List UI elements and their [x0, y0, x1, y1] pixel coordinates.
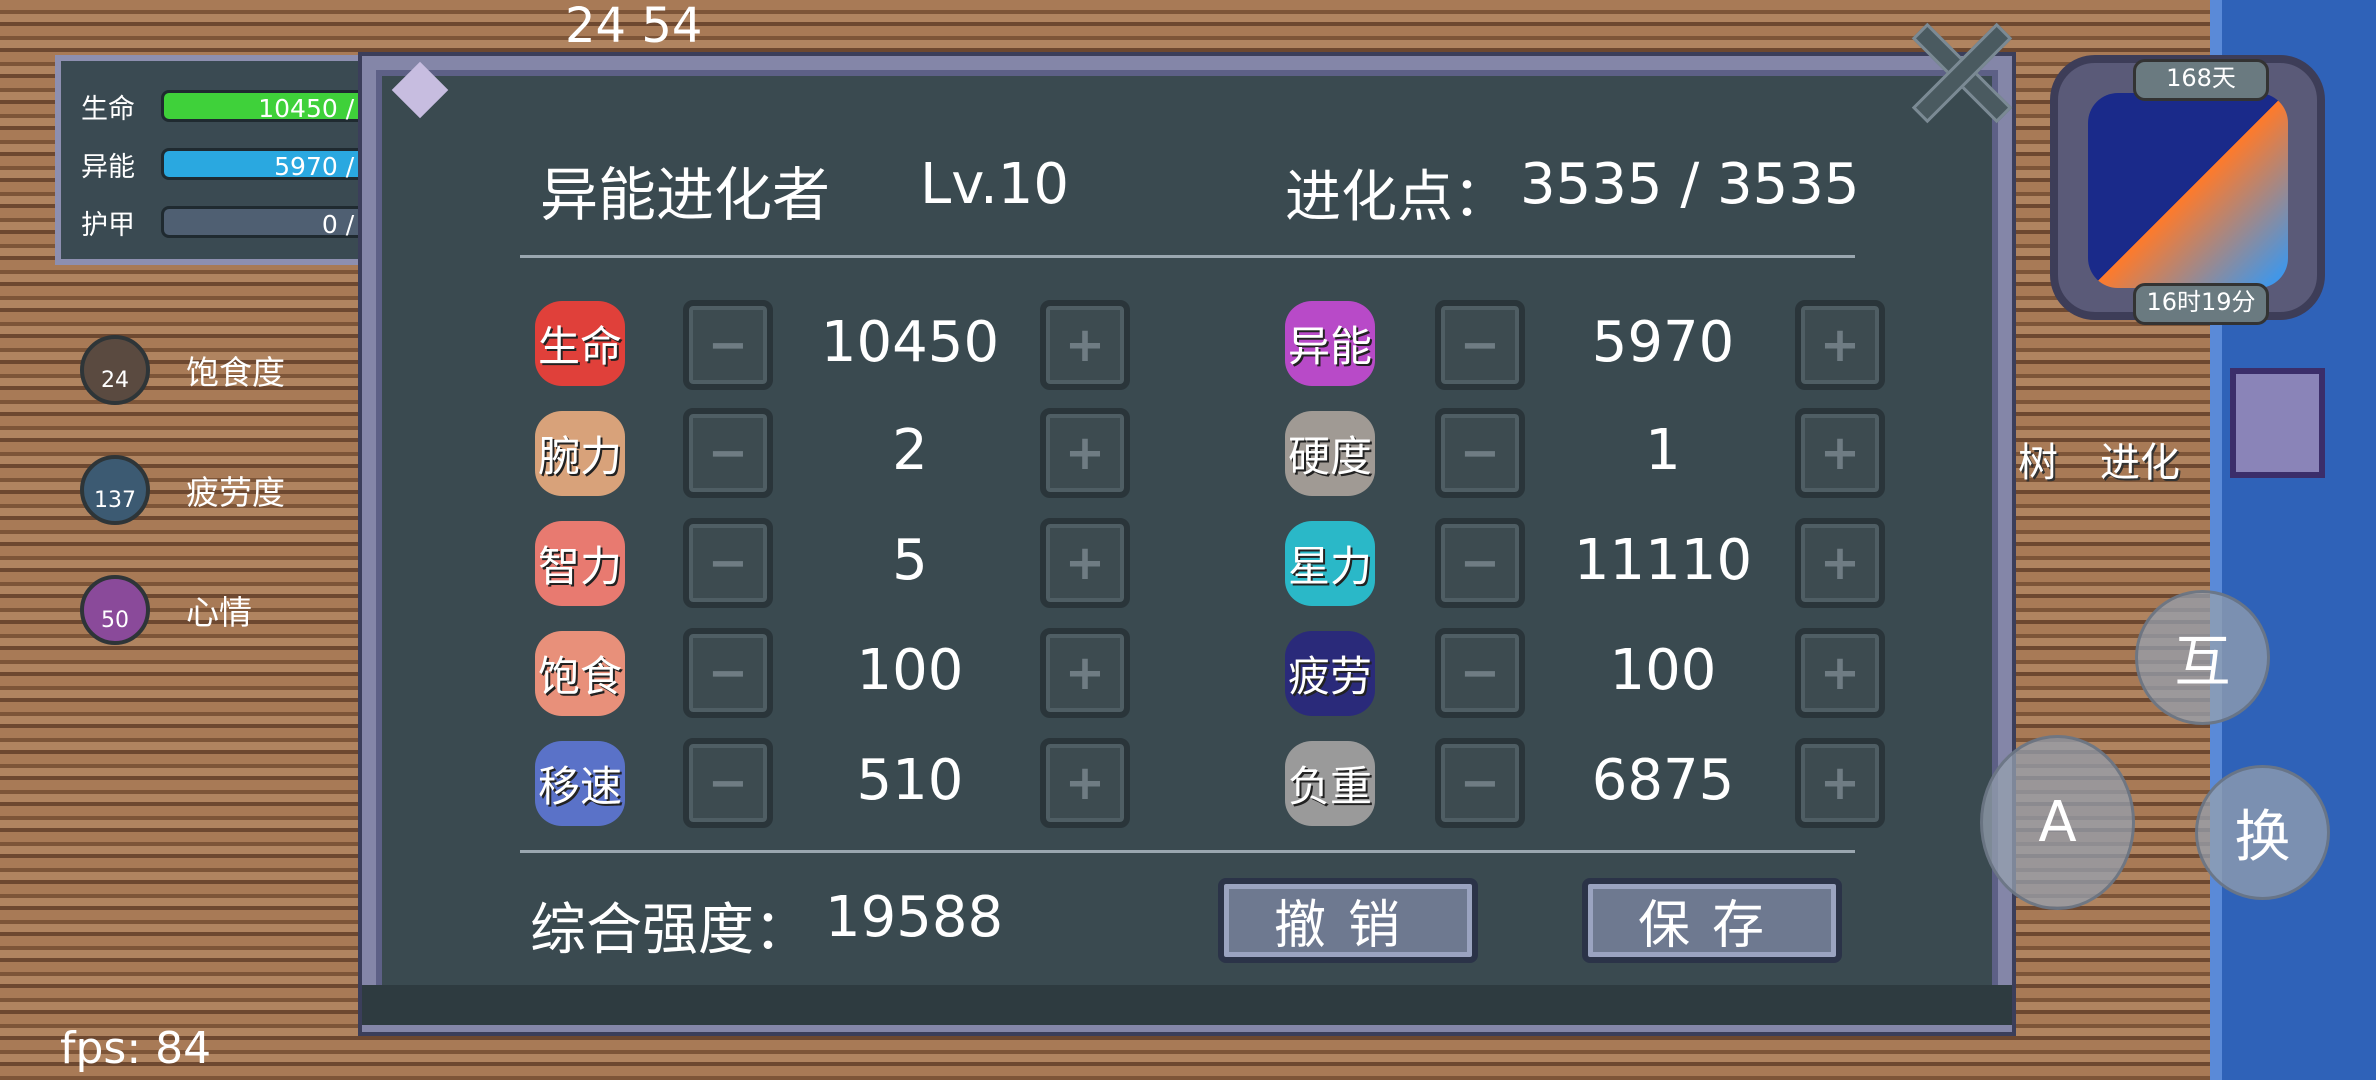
health-bar-value: 10450 / 1	[258, 94, 378, 123]
evolution-points-label: 进化点：	[1285, 165, 1509, 230]
stat-label-hardness: 硬度	[1287, 431, 1372, 481]
energy-row: 异能 5970 / 5	[81, 144, 401, 184]
psionic-value: 5970	[1591, 310, 1735, 375]
bottom-divider	[520, 850, 1855, 853]
life-minus-button[interactable]: −	[683, 300, 773, 390]
satiety-value: 24	[101, 368, 129, 393]
panel-bottom-shadow	[362, 985, 2012, 1025]
day-counter: 168天	[2133, 59, 2269, 101]
drumstick-icon: 饱食	[525, 623, 635, 723]
satiety-label: 饱食度	[186, 353, 285, 392]
stat-label-strength: 腕力	[537, 431, 622, 481]
stat-label-satiety: 饱食	[537, 651, 622, 701]
mood-value: 50	[101, 608, 129, 633]
speed-minus-button[interactable]: −	[683, 738, 773, 828]
cancel-button[interactable]: 撤销	[1218, 878, 1478, 963]
health-bar: 10450 / 1	[161, 90, 391, 123]
fps-counter: fps: 84	[60, 1023, 212, 1074]
hardness-value: 1	[1645, 418, 1681, 483]
satiety-minus-button[interactable]: −	[683, 628, 773, 718]
crystal-star-icon: 星力	[1275, 513, 1385, 613]
close-button[interactable]	[1910, 20, 2015, 125]
save-button[interactable]: 保存	[1582, 878, 1842, 963]
armor-bar: 0 / 0	[161, 206, 391, 239]
mood-label: 心情	[186, 593, 252, 632]
life-value: 10450	[820, 310, 1000, 375]
heart-icon: 生命	[525, 293, 635, 393]
psionic-plus-button[interactable]: +	[1795, 300, 1885, 390]
strength-minus-button[interactable]: −	[683, 408, 773, 498]
psionic-minus-button[interactable]: −	[1435, 300, 1525, 390]
stat-label-psionic: 异能	[1287, 321, 1372, 371]
stat-label-life: 生命	[537, 321, 622, 371]
panel-title: 异能进化者	[540, 161, 831, 229]
satiety-icon: 24	[80, 335, 150, 405]
clock-face-icon	[2088, 93, 2288, 288]
weight-icon: 负重	[1275, 733, 1385, 833]
player-level: Lv.10	[920, 152, 1070, 217]
hardness-minus-button[interactable]: −	[1435, 408, 1525, 498]
satiety-stat-value: 100	[856, 638, 964, 703]
time-display: 16时19分	[2133, 283, 2269, 325]
top-counter: 24 54	[565, 0, 703, 54]
mood-icon: 50	[80, 575, 150, 645]
speed-plus-button[interactable]: +	[1040, 738, 1130, 828]
starpower-plus-button[interactable]: +	[1795, 518, 1885, 608]
brain-icon: 智力	[525, 513, 635, 613]
intellect-plus-button[interactable]: +	[1040, 518, 1130, 608]
star-icon: 异能	[1275, 293, 1385, 393]
armor-label: 护甲	[81, 209, 135, 241]
fist-icon: 腕力	[525, 403, 635, 503]
health-row: 生命 10450 / 1	[81, 86, 401, 126]
evolve-button[interactable]: 进化	[2100, 430, 2180, 488]
hardness-plus-button[interactable]: +	[1795, 408, 1885, 498]
life-plus-button[interactable]: +	[1040, 300, 1130, 390]
strength-value: 2	[892, 418, 928, 483]
interact-button[interactable]: 互	[2135, 590, 2270, 725]
armor-row: 护甲 0 / 0	[81, 202, 401, 242]
energy-label: 异能	[81, 151, 135, 183]
stat-label-speed: 移速	[537, 761, 622, 811]
attack-button[interactable]: A	[1980, 735, 2135, 910]
speed-value: 510	[856, 748, 964, 813]
stat-label-starpower: 星力	[1287, 541, 1372, 591]
load-minus-button[interactable]: −	[1435, 738, 1525, 828]
day-night-clock: 168天 16时19分	[2050, 55, 2325, 325]
health-label: 生命	[81, 93, 135, 125]
strength-plus-button[interactable]: +	[1040, 408, 1130, 498]
starpower-value: 11110	[1573, 528, 1753, 593]
fatigue-icon: 疲劳	[1275, 623, 1385, 723]
intellect-value: 5	[892, 528, 928, 593]
tree-label[interactable]: 树	[2018, 430, 2058, 488]
switch-button[interactable]: 换	[2195, 765, 2330, 900]
top-divider	[520, 255, 1855, 258]
fatigue-value: 137	[94, 488, 136, 513]
status-satiety[interactable]: 24 饱食度	[80, 335, 285, 405]
starpower-minus-button[interactable]: −	[1435, 518, 1525, 608]
stat-label-load: 负重	[1287, 761, 1372, 811]
fatigue-label: 疲劳度	[186, 473, 285, 512]
fatigue-plus-button[interactable]: +	[1795, 628, 1885, 718]
total-strength-label: 综合强度：	[530, 898, 810, 963]
status-fatigue[interactable]: 137 疲劳度	[80, 455, 285, 525]
load-plus-button[interactable]: +	[1795, 738, 1885, 828]
status-mood[interactable]: 50 心情	[80, 575, 252, 645]
fatigue-stat-value: 100	[1609, 638, 1717, 703]
quest-scroll-icon[interactable]	[2230, 368, 2325, 478]
player-status-hud: 生命 10450 / 1 异能 5970 / 5 护甲 0 / 0	[55, 55, 391, 265]
total-strength-value: 19588	[825, 885, 1004, 950]
stat-label-intellect: 智力	[537, 541, 622, 591]
satiety-plus-button[interactable]: +	[1040, 628, 1130, 718]
stat-label-fatigue: 疲劳	[1287, 651, 1372, 701]
load-value: 6875	[1591, 748, 1735, 813]
intellect-minus-button[interactable]: −	[683, 518, 773, 608]
energy-bar: 5970 / 5	[161, 148, 391, 181]
shield-icon: 硬度	[1275, 403, 1385, 503]
boot-icon: 移速	[525, 733, 635, 833]
fatigue-status-icon: 137	[80, 455, 150, 525]
evolution-points-value: 3535 / 3535	[1520, 152, 1860, 217]
fatigue-minus-button[interactable]: −	[1435, 628, 1525, 718]
